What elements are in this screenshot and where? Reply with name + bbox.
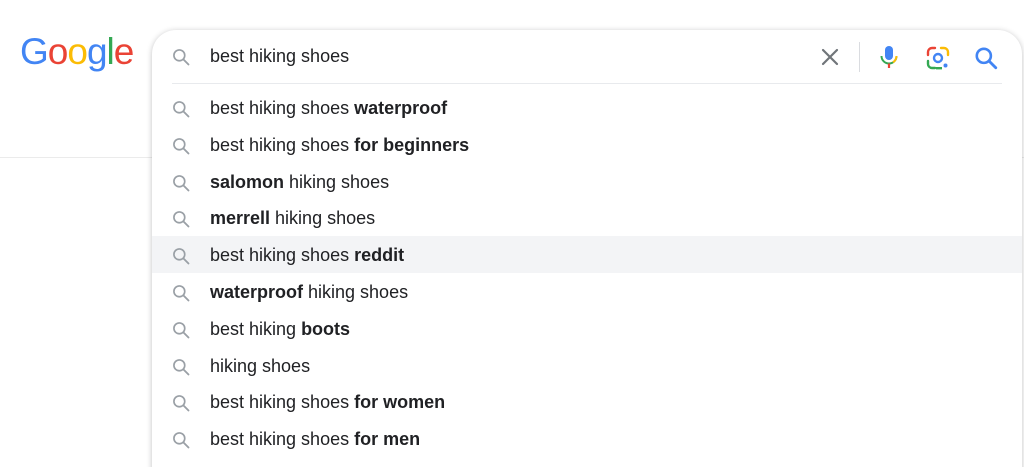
magnifier-icon (171, 430, 191, 455)
magnifier-icon (171, 393, 191, 418)
suggestion-text: best hiking shoes for women (210, 391, 445, 413)
magnifier-icon (171, 357, 191, 382)
suggestion-item[interactable]: waterproof hiking shoes (152, 273, 1022, 310)
suggestion-text: best hiking boots (210, 318, 350, 340)
suggestion-query-part: best hiking shoes (210, 134, 355, 155)
magnifier-icon (171, 99, 191, 124)
search-input-row[interactable]: best hiking shoes (152, 30, 1022, 82)
logo-letter: l (106, 31, 115, 72)
suggestion-text: hiking shoes (210, 355, 310, 377)
suggestion-text: best hiking shoes reddit (210, 244, 404, 266)
magnifier-icon (171, 320, 191, 345)
magnifier-icon (171, 209, 191, 234)
suggestion-item[interactable]: best hiking shoes for women (152, 383, 1022, 420)
suggestion-item[interactable]: salomon hiking shoes (152, 163, 1022, 200)
suggestion-query-part: hiking shoes (210, 355, 311, 376)
google-lens-icon[interactable] (925, 45, 951, 71)
suggestion-completion: boots (301, 318, 351, 339)
magnifier-icon (171, 173, 191, 198)
search-page: Google best hiking shoes best hiking sho… (0, 0, 1024, 467)
suggestion-completion: waterproof (354, 98, 448, 118)
suggestion-item[interactable]: best hiking shoes waterproof (152, 89, 1022, 126)
suggestion-text: best hiking shoes waterproof (210, 97, 447, 119)
suggestions-divider (172, 83, 1002, 84)
logo-letter: o (47, 31, 69, 72)
suggestion-completion: merrell (210, 208, 271, 229)
logo-letter: e (113, 31, 135, 72)
suggestion-completion: reddit (354, 245, 405, 266)
suggestion-text: salomon hiking shoes (210, 171, 389, 193)
close-icon[interactable] (818, 45, 842, 69)
suggestion-text: waterproof hiking shoes (210, 281, 408, 303)
suggestion-completion: waterproof (210, 281, 304, 302)
toolbar-separator (859, 42, 860, 72)
magnifier-icon (171, 136, 191, 161)
magnifier-icon (171, 47, 191, 72)
logo-letter: G (20, 31, 49, 72)
suggestion-text: best hiking shoes for men (210, 428, 420, 450)
suggestion-item[interactable]: best hiking shoes for beginners (152, 126, 1022, 163)
suggestion-completion: for women (354, 392, 446, 413)
microphone-icon[interactable] (877, 44, 901, 70)
suggestion-list: best hiking shoes waterproof best hiking … (152, 89, 1022, 457)
suggestion-query-part: hiking shoes (284, 171, 390, 192)
suggestion-item[interactable]: hiking shoes (152, 347, 1022, 384)
suggestion-item[interactable]: best hiking shoes for men (152, 420, 1022, 457)
logo-letter: g (86, 31, 108, 72)
suggestion-query-part: best hiking shoes (210, 429, 355, 450)
suggestion-query-part: hiking shoes (270, 208, 376, 229)
suggestion-completion: for beginners (354, 134, 470, 155)
google-logo[interactable]: Google (20, 31, 135, 72)
suggestion-completion: for men (354, 429, 421, 450)
suggestion-query-part: best hiking shoes (210, 98, 355, 118)
search-icon[interactable] (973, 45, 999, 71)
magnifier-icon (171, 283, 191, 308)
suggestion-text: merrell hiking shoes (210, 207, 375, 229)
search-box: best hiking shoes best hiking shoes wate… (152, 30, 1022, 467)
suggestion-completion: salomon (210, 171, 285, 192)
search-input[interactable]: best hiking shoes (210, 45, 349, 67)
suggestion-item[interactable]: best hiking shoes reddit (152, 236, 1022, 273)
logo-letter: o (67, 31, 88, 72)
suggestion-query-part: best hiking shoes (210, 392, 355, 413)
suggestion-item[interactable]: merrell hiking shoes (152, 199, 1022, 236)
suggestion-text: best hiking shoes for beginners (210, 134, 469, 156)
suggestion-query-part: best hiking (210, 318, 302, 339)
magnifier-icon (171, 246, 191, 271)
suggestion-item[interactable]: best hiking boots (152, 310, 1022, 347)
suggestion-query-part: best hiking shoes (210, 245, 355, 266)
suggestion-query-part: hiking shoes (303, 281, 409, 302)
